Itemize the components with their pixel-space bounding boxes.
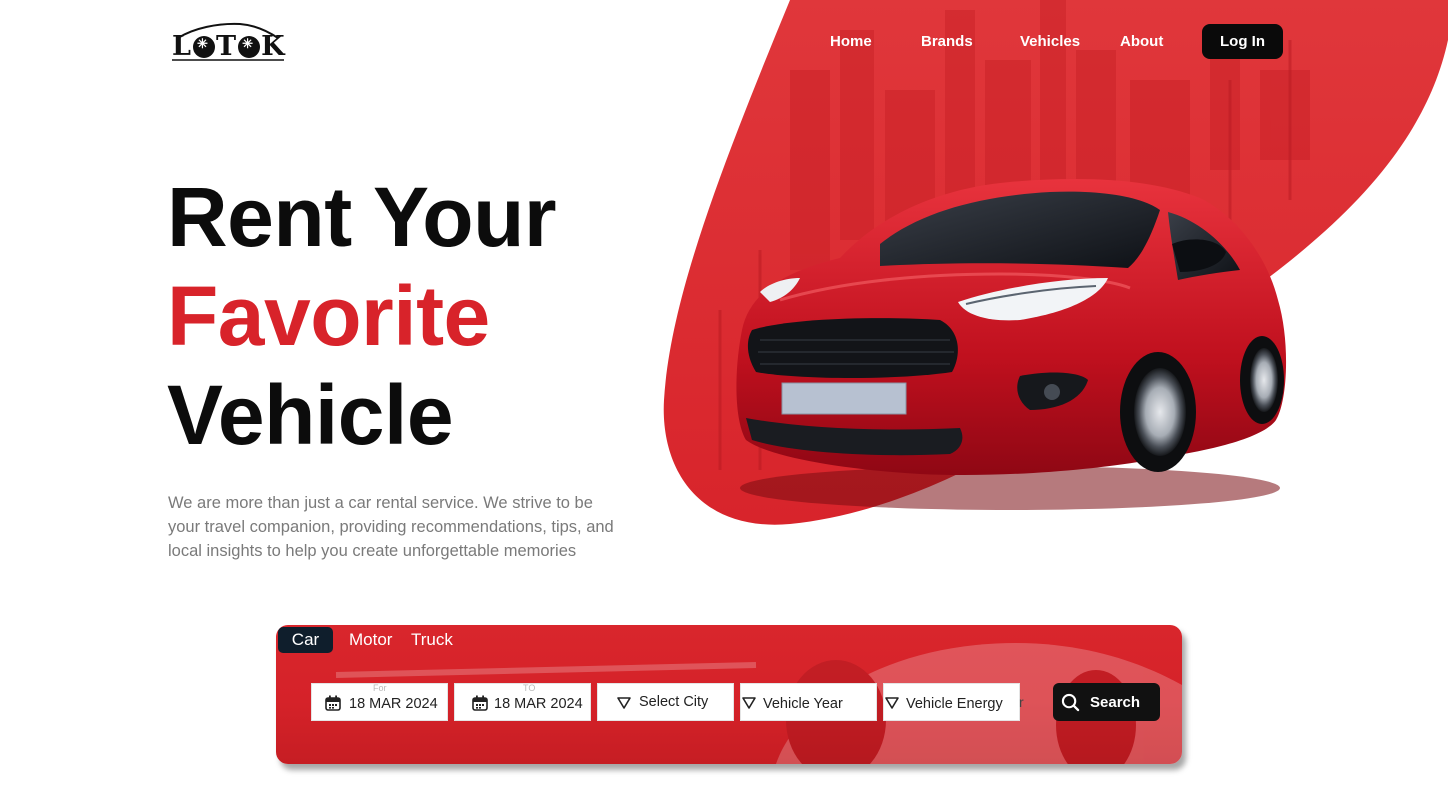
from-date-value: 18 MAR 2024 [349,696,438,712]
logo-wordmark: LTK [172,31,286,62]
nav-about[interactable]: About [1120,33,1163,50]
login-button[interactable]: Log In [1202,24,1283,59]
headline-line-rent-your: Rent Your [167,170,557,264]
nav-brands[interactable]: Brands [921,33,973,50]
nav-home[interactable]: Home [830,33,872,50]
to-date-value: 18 MAR 2024 [494,696,583,712]
filter-triangle-icon [617,697,631,709]
hero-description: We are more than just a car rental servi… [168,494,614,560]
tab-truck[interactable]: Truck [411,627,453,653]
headline-line-favorite: Favorite [167,269,490,363]
search-button[interactable]: Search [1053,683,1160,721]
from-date-label: For [373,683,387,693]
vehicle-energy-value: Vehicle Energy [906,696,1003,712]
city-select[interactable]: Select City [597,683,734,721]
stray-text: r [1019,694,1024,710]
tab-motor[interactable]: Motor [349,627,392,653]
hero-headline: Rent Your Favorite Vehicle [167,168,557,465]
to-date-field[interactable]: TO 18 MAR 2024 [454,683,591,721]
tab-car[interactable]: Car [278,627,333,653]
lotok-logo[interactable]: LTK [170,20,286,64]
filter-triangle-icon [885,697,899,709]
vehicle-energy-select[interactable]: Vehicle Energy [883,683,1020,721]
calendar-icon [472,695,488,711]
vehicle-year-select[interactable]: Vehicle Year [740,683,877,721]
search-button-label: Search [1090,694,1141,711]
vehicle-search-panel: Car Motor Truck For 18 MAR 2024 TO 18 MA… [276,625,1182,764]
filter-triangle-icon [742,697,756,709]
city-select-value: Select City [639,694,709,710]
search-icon [1061,693,1080,712]
from-date-field[interactable]: For 18 MAR 2024 [311,683,448,721]
headline-line-vehicle: Vehicle [167,368,454,462]
vehicle-year-value: Vehicle Year [763,696,843,712]
calendar-icon [325,695,341,711]
nav-vehicles[interactable]: Vehicles [1020,33,1080,50]
to-date-label: TO [523,683,536,693]
